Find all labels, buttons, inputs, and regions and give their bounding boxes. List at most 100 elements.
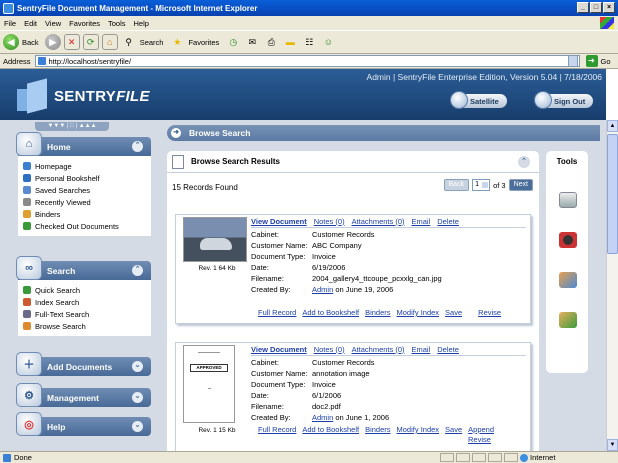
pager-next-button[interactable]: Next xyxy=(508,179,533,191)
binders-link[interactable]: Binders xyxy=(365,425,390,434)
sidebar: ▼▼▼ | □ | ▲▲▲ ⌂ Home ⌃ Homepage Personal… xyxy=(0,120,155,451)
sidebar-item-recently-viewed[interactable]: Recently Viewed xyxy=(23,196,146,208)
management-header[interactable]: ⚙ Management ⌄ xyxy=(16,383,151,407)
notes-link[interactable]: Notes (0) xyxy=(314,217,345,226)
graduation-cap-icon[interactable] xyxy=(559,232,577,248)
attachments-link[interactable]: Attachments (0) xyxy=(352,217,405,226)
sidebar-item-personal-bookshelf[interactable]: Personal Bookshelf xyxy=(23,172,146,184)
sidebar-item-checked-out[interactable]: Checked Out Documents xyxy=(23,220,146,232)
history-icon[interactable]: ◷ xyxy=(225,34,241,50)
go-button[interactable]: Go xyxy=(601,57,611,66)
sidebar-item-binders[interactable]: Binders xyxy=(23,208,146,220)
search-panel-header[interactable]: ∞ Search ⌃ xyxy=(16,256,151,280)
go-arrow-icon[interactable]: ➜ xyxy=(585,55,598,67)
delete-link[interactable]: Delete xyxy=(437,345,459,354)
field-row: Cabinet: Customer Records xyxy=(251,230,375,239)
created-by-user-link[interactable]: Admin xyxy=(312,413,333,422)
full-record-link[interactable]: Full Record xyxy=(258,308,296,317)
record-revision: Rev. 1 15 Kb xyxy=(198,427,236,434)
full-record-link[interactable]: Full Record xyxy=(258,425,296,434)
main-content: ➜ Browse Search Browse Search Results ⌃ … xyxy=(155,120,606,451)
expand-icon[interactable]: ⌄ xyxy=(132,421,143,432)
maximize-button[interactable]: □ xyxy=(590,2,602,13)
modify-index-link[interactable]: Modify Index xyxy=(397,425,440,434)
messenger-icon[interactable]: ☺ xyxy=(320,34,336,50)
search-icon[interactable]: ⚲ xyxy=(121,34,137,50)
append-link[interactable]: Append xyxy=(468,425,494,434)
favorites-button-label[interactable]: Favorites xyxy=(188,38,219,47)
search-button-label[interactable]: Search xyxy=(140,38,164,47)
page-scrollbar[interactable]: ▲ ▼ xyxy=(606,120,618,451)
back-button-label[interactable]: Back xyxy=(22,38,39,47)
collapse-icon[interactable]: ⌃ xyxy=(132,265,143,276)
email-link[interactable]: Email xyxy=(412,217,431,226)
email-link[interactable]: Email xyxy=(412,345,431,354)
delete-link[interactable]: Delete xyxy=(437,217,459,226)
menu-tools[interactable]: Tools xyxy=(108,19,126,28)
attachments-link[interactable]: Attachments (0) xyxy=(352,345,405,354)
back-arrow-icon[interactable]: ◀ xyxy=(3,34,19,50)
sidebar-collapse-control[interactable]: ▼▼▼ | □ | ▲▲▲ xyxy=(35,122,109,131)
revise-link[interactable]: Revise xyxy=(478,308,501,317)
collapse-icon[interactable]: ⌃ xyxy=(518,156,530,168)
save-link[interactable]: Save xyxy=(445,425,462,434)
edit-icon[interactable]: ▬ xyxy=(282,34,298,50)
index-search-icon xyxy=(23,298,31,306)
help-header[interactable]: ◎ Help ⌄ xyxy=(16,412,151,436)
forward-arrow-icon[interactable]: ▶ xyxy=(44,34,61,50)
view-document-link[interactable]: View Document xyxy=(251,217,307,226)
users-tool-icon[interactable] xyxy=(559,312,577,328)
menu-favorites[interactable]: Favorites xyxy=(69,19,100,28)
menu-help[interactable]: Help xyxy=(134,19,149,28)
document-thumbnail[interactable] xyxy=(183,217,247,262)
revise-link[interactable]: Revise xyxy=(468,435,491,444)
expand-icon[interactable]: ⌄ xyxy=(132,392,143,403)
scroll-thumb[interactable] xyxy=(607,134,618,254)
expand-icon[interactable]: ⌄ xyxy=(132,361,143,372)
document-thumbnail[interactable]: APPROVED xyxy=(183,345,235,423)
menu-bar: File Edit View Favorites Tools Help xyxy=(0,16,618,30)
save-link[interactable]: Save xyxy=(445,308,462,317)
page-select[interactable]: 1 xyxy=(472,179,491,191)
user-tool-icon[interactable] xyxy=(559,272,577,288)
satellite-button[interactable]: Satellite xyxy=(450,91,507,109)
binders-link[interactable]: Binders xyxy=(365,308,390,317)
menu-edit[interactable]: Edit xyxy=(24,19,37,28)
menu-file[interactable]: File xyxy=(4,19,16,28)
sign-out-button[interactable]: Sign Out xyxy=(534,91,594,109)
sidebar-item-full-text-search[interactable]: Full-Text Search xyxy=(23,308,146,320)
scroll-down-icon[interactable]: ▼ xyxy=(607,439,618,451)
address-dropdown-icon[interactable] xyxy=(567,55,578,67)
home-icon[interactable]: ⌂ xyxy=(101,34,118,50)
favorites-star-icon[interactable]: ★ xyxy=(169,34,185,50)
home-panel-body: Homepage Personal Bookshelf Saved Search… xyxy=(18,156,151,236)
collapse-icon[interactable]: ⌃ xyxy=(132,141,143,152)
created-by-user-link[interactable]: Admin xyxy=(312,285,333,294)
print-icon[interactable]: ⎙ xyxy=(263,34,279,50)
pager-back-button[interactable]: Back xyxy=(443,179,470,191)
add-documents-header[interactable]: ＋ Add Documents ⌄ xyxy=(16,352,151,376)
close-button[interactable]: × xyxy=(603,2,615,13)
address-input[interactable]: http://localhost/sentryfile/ xyxy=(34,55,580,67)
modify-index-link[interactable]: Modify Index xyxy=(397,308,440,317)
document-tool-icon[interactable] xyxy=(559,192,577,208)
view-document-link[interactable]: View Document xyxy=(251,345,307,354)
minimize-button[interactable]: _ xyxy=(577,2,589,13)
sidebar-item-saved-searches[interactable]: Saved Searches xyxy=(23,184,146,196)
notes-link[interactable]: Notes (0) xyxy=(314,345,345,354)
refresh-icon[interactable]: ⟳ xyxy=(82,34,99,50)
sidebar-item-homepage[interactable]: Homepage xyxy=(23,160,146,172)
sidebar-item-index-search[interactable]: Index Search xyxy=(23,296,146,308)
discuss-icon[interactable]: ☷ xyxy=(301,34,317,50)
mail-icon[interactable]: ✉ xyxy=(244,34,260,50)
menu-view[interactable]: View xyxy=(45,19,61,28)
stop-icon[interactable]: ✕ xyxy=(63,34,80,50)
sidebar-item-browse-search[interactable]: Browse Search xyxy=(23,320,146,332)
scroll-up-icon[interactable]: ▲ xyxy=(607,120,618,132)
sidebar-item-quick-search[interactable]: Quick Search xyxy=(23,284,146,296)
add-to-bookshelf-link[interactable]: Add to Bookshelf xyxy=(302,308,359,317)
add-to-bookshelf-link[interactable]: Add to Bookshelf xyxy=(302,425,359,434)
approved-stamp: APPROVED xyxy=(190,364,228,372)
window-controls: _ □ × xyxy=(577,2,615,13)
home-panel-header[interactable]: ⌂ Home ⌃ xyxy=(16,132,151,156)
